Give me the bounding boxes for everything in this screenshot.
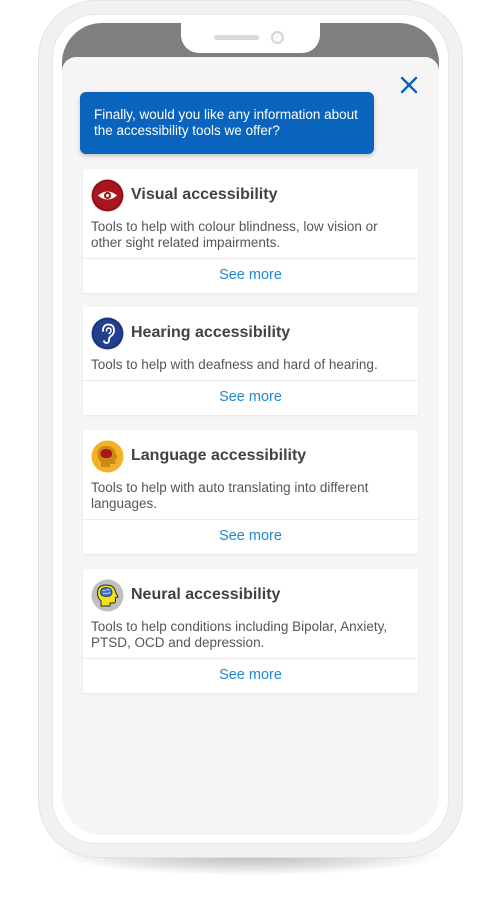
card-header: Neural accessibility <box>91 578 280 612</box>
see-more-link-visual[interactable]: See more <box>83 259 418 292</box>
accessibility-card-language: Language accessibility Tools to help wit… <box>83 430 418 554</box>
card-description: Tools to help with auto translating into… <box>91 480 369 511</box>
page: Finally, would you like any information … <box>0 0 501 905</box>
accessibility-card-neural: Neural accessibility Tools to help condi… <box>83 569 418 693</box>
eye-icon <box>91 179 124 211</box>
accessibility-card-visual: Visual accessibility Tools to help with … <box>83 169 418 293</box>
brain-head-icon <box>91 579 124 611</box>
card-title: Hearing accessibility <box>131 324 291 341</box>
card-header: Hearing accessibility <box>91 316 290 350</box>
see-more-link-hearing[interactable]: See more <box>83 381 418 414</box>
close-icon <box>400 76 418 94</box>
ear-icon <box>91 317 124 349</box>
see-more-link-language[interactable]: See more <box>83 520 418 553</box>
card-description: Tools to help conditions including Bipol… <box>91 619 388 650</box>
accessibility-card-hearing: Hearing accessibility Tools to help with… <box>83 307 418 415</box>
front-camera <box>271 31 284 44</box>
chat-message-bubble: Finally, would you like any information … <box>80 92 374 154</box>
card-header: Language accessibility <box>91 439 306 473</box>
card-title: Visual accessibility <box>131 186 278 203</box>
card-description: Tools to help with colour blindness, low… <box>91 219 378 250</box>
card-title: Neural accessibility <box>131 586 281 603</box>
card-header: Visual accessibility <box>91 178 277 212</box>
card-description: Tools to help with deafness and hard of … <box>91 357 378 372</box>
phone-screen: Finally, would you like any information … <box>62 23 439 835</box>
close-button[interactable] <box>397 73 421 97</box>
phone-notch <box>181 23 320 53</box>
head-speech-icon <box>91 440 124 472</box>
card-title: Language accessibility <box>131 447 307 464</box>
speaker-grille <box>214 35 259 40</box>
see-more-link-neural[interactable]: See more <box>83 659 418 692</box>
chat-panel: Finally, would you like any information … <box>62 57 439 835</box>
